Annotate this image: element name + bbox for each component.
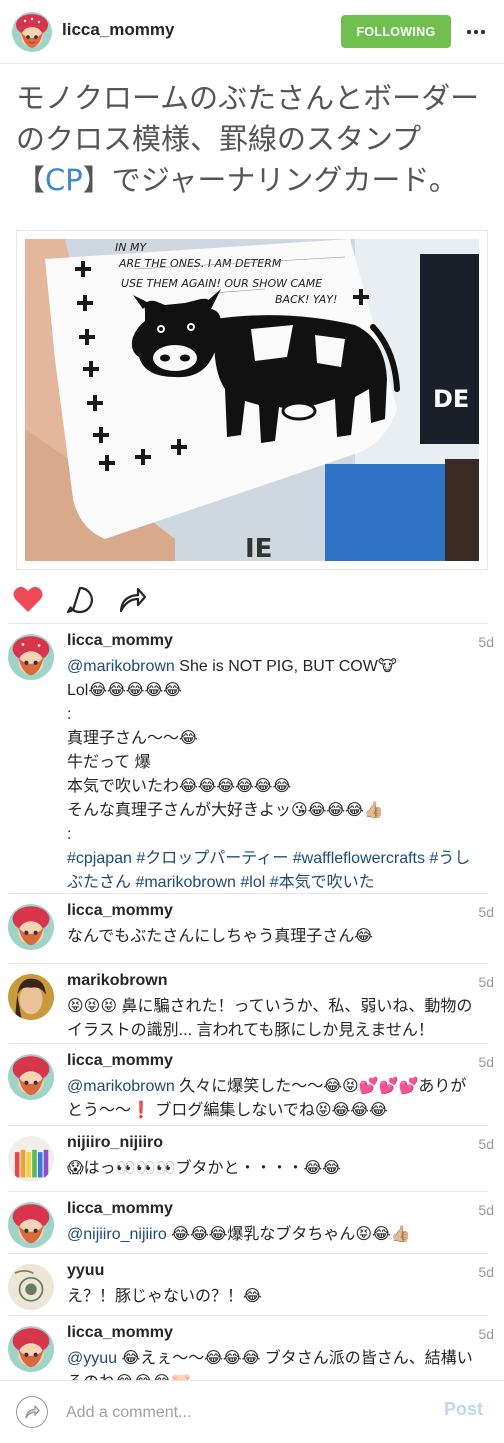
title-part-2: 】でジャーナリングカード。 — [82, 163, 458, 197]
heart-icon[interactable] — [12, 584, 44, 616]
comment-item: licca_mommy 5d @marikobrown 久々に爆笑した〜〜😂😝💕… — [8, 1044, 494, 1126]
title-cp-link[interactable]: CP — [45, 163, 83, 197]
comment-username[interactable]: marikobrown — [67, 972, 167, 990]
comment-time: 5d — [478, 1054, 494, 1070]
comment-avatar[interactable] — [8, 974, 54, 1020]
comment-body: 😂えぇ〜〜😂😂😂 ブタさん派の皆さん、結構いるのね😂😂😂🐷 — [67, 1350, 473, 1380]
comment-item: marikobrown 5d 😝😝😝 鼻に騙された！っていうか、私、弱いね、動物… — [8, 964, 494, 1044]
comment-username[interactable]: nijiiro_nijiiro — [67, 1134, 163, 1152]
comment-username[interactable]: licca_mommy — [67, 1200, 173, 1218]
comment-time: 5d — [478, 1326, 494, 1342]
header-username[interactable]: licca_mommy — [62, 20, 174, 40]
following-button[interactable]: FOLLOWING — [341, 15, 451, 48]
photo-text-3: USE THEM AGAIN! OUR SHOW CAME — [121, 277, 322, 290]
comment-line: She is NOT PIG, BUT COW🐮 — [174, 658, 397, 675]
comment-avatar[interactable] — [8, 1136, 54, 1182]
comment-line: : — [67, 826, 72, 843]
journaling-card-image: DE IE IN MY ARE THE ONES. I AM DETERM US… — [25, 239, 479, 561]
comment-line: : — [67, 706, 72, 723]
comment-mention[interactable]: @marikobrown — [67, 1078, 175, 1095]
comment-line: 真理子さん〜〜😂 — [67, 730, 198, 747]
comment-line: 牛だって 爆 — [67, 754, 151, 771]
share-icon[interactable] — [116, 584, 148, 616]
comment-username[interactable]: licca_mommy — [67, 1052, 173, 1070]
comment-time: 5d — [478, 974, 494, 990]
comment-username[interactable]: yyuu — [67, 1262, 104, 1280]
comment-avatar[interactable] — [8, 904, 54, 950]
user-avatar[interactable] — [12, 12, 52, 52]
post-title: モノクロームのぶたさんとボーダーのクロス模様、罫線のスタンプ【CP】でジャーナリ… — [16, 78, 492, 201]
comment-username[interactable]: licca_mommy — [67, 902, 173, 920]
photo-sign-text-2: IE — [245, 534, 272, 561]
comment-input[interactable] — [66, 1401, 426, 1425]
action-bar — [0, 580, 504, 620]
comment-item: licca_mommy 5d @marikobrown She is NOT P… — [8, 624, 494, 894]
photo-sign-text: DE — [433, 385, 469, 413]
comment-item: licca_mommy 5d @yyuu 😂えぇ〜〜😂😂😂 ブタさん派の皆さん、… — [8, 1316, 494, 1380]
comment-body: 😂😂😂爆乳なブタちゃん😝😂👍🏼 — [166, 1226, 411, 1243]
comment-line: そんな真理子さんが大好きよッ😘😂😂😂👍🏼 — [67, 802, 384, 819]
post-button[interactable]: Post — [444, 1399, 483, 1420]
share-circle-icon[interactable] — [16, 1396, 48, 1428]
comment-text: @marikobrown She is NOT PIG, BUT COW🐮 Lo… — [8, 624, 488, 904]
comment-avatar[interactable] — [8, 634, 54, 680]
post-header: licca_mommy FOLLOWING — [0, 0, 504, 64]
comment-username[interactable]: licca_mommy — [67, 1324, 173, 1342]
comment-line: 本気で吹いたわ😂😂😂😂😂😂 — [67, 778, 292, 795]
comment-item: licca_mommy 5d @nijiiro_nijiiro 😂😂😂爆乳なブタ… — [8, 1192, 494, 1254]
comment-avatar[interactable] — [8, 1054, 54, 1100]
comment-time: 5d — [478, 1264, 494, 1280]
comment-mention[interactable]: @marikobrown — [67, 658, 175, 675]
more-icon[interactable] — [462, 18, 490, 46]
comment-item: licca_mommy 5d なんでもぶたさんにしちゃう真理子さん😂 — [8, 894, 494, 964]
post-photo[interactable]: DE IE IN MY ARE THE ONES. I AM DETERM US… — [16, 230, 488, 570]
comment-list: licca_mommy 5d @marikobrown She is NOT P… — [0, 624, 504, 1380]
comment-bar: Post — [0, 1380, 504, 1443]
comment-line: Lol😂😂😂😂😂 — [67, 682, 182, 699]
comment-time: 5d — [478, 1202, 494, 1218]
comment-username[interactable]: licca_mommy — [67, 632, 173, 650]
comment-avatar[interactable] — [8, 1264, 54, 1310]
comment-time: 5d — [478, 904, 494, 920]
comment-avatar[interactable] — [8, 1202, 54, 1248]
comment-time: 5d — [478, 634, 494, 650]
comment-icon[interactable] — [64, 584, 96, 616]
photo-text-2: ARE THE ONES. I AM DETERM — [118, 257, 282, 270]
comment-item: yyuu 5d え？！豚じゃないの？！😂 — [8, 1254, 494, 1316]
photo-text-4: BACK! YAY! — [275, 293, 337, 306]
comment-mention[interactable]: @nijiiro_nijiiro — [67, 1226, 167, 1243]
comment-avatar[interactable] — [8, 1326, 54, 1372]
photo-text-1: IN MY — [115, 241, 147, 254]
comment-hashtags[interactable]: #cpjapan #クロップパーティー #waffleflowercrafts … — [67, 847, 482, 895]
comment-time: 5d — [478, 1136, 494, 1152]
comment-item: nijiiro_nijiiro 5d 😱はっ👀👀👀ブタかと・・・・😂😂 — [8, 1126, 494, 1192]
comment-mention[interactable]: @yyuu — [67, 1350, 117, 1367]
